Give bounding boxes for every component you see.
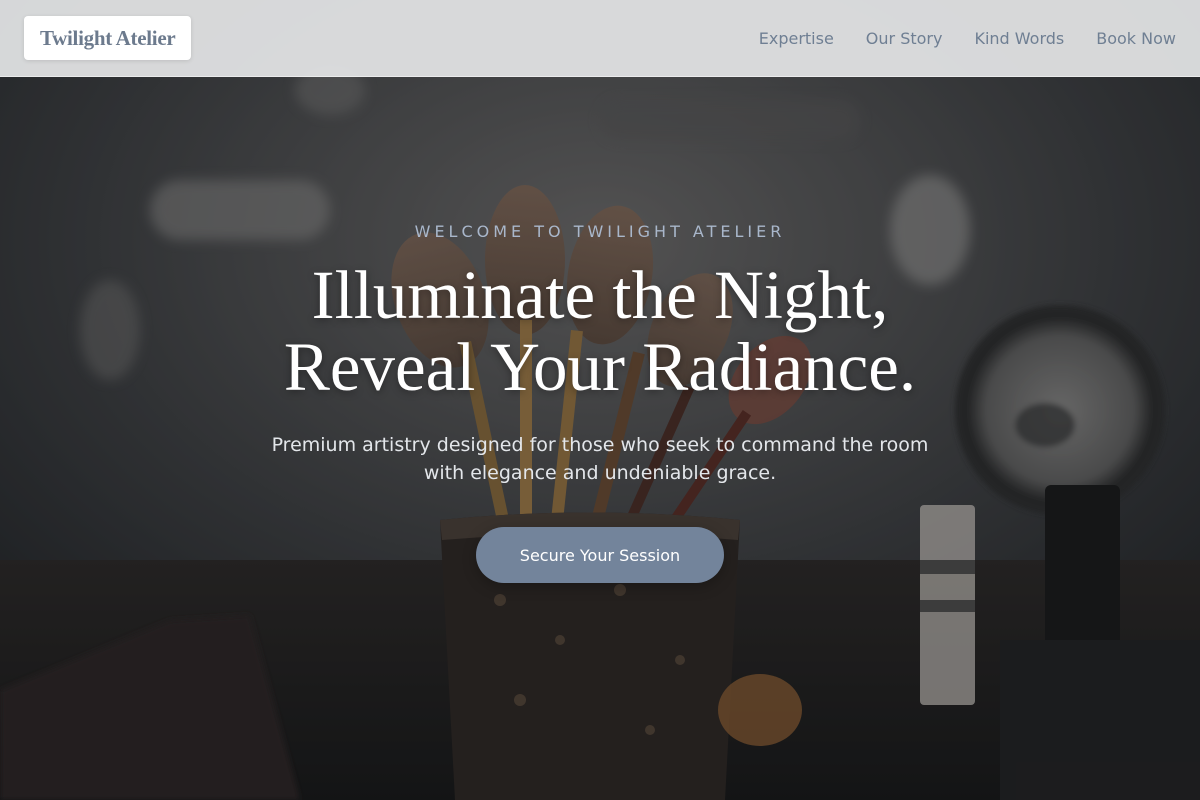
nav-link-expertise[interactable]: Expertise — [759, 29, 834, 48]
secure-session-button[interactable]: Secure Your Session — [476, 527, 724, 583]
hero-section: WELCOME TO TWILIGHT ATELIER Illuminate t… — [0, 0, 1200, 800]
hero-headline: Illuminate the Night, Reveal Your Radian… — [284, 259, 916, 403]
hero-eyebrow: WELCOME TO TWILIGHT ATELIER — [414, 222, 786, 241]
hero-headline-line2: Reveal Your Radiance. — [283, 329, 917, 405]
brand-logo[interactable]: Twilight Atelier — [24, 16, 192, 60]
hero-subtext: Premium artistry designed for those who … — [271, 434, 929, 484]
nav-links: Expertise Our Story Kind Words Book Now — [759, 29, 1176, 48]
nav-link-kind-words[interactable]: Kind Words — [974, 29, 1064, 48]
hero-headline-line1: Illuminate the Night, — [311, 257, 889, 333]
top-navbar: Twilight Atelier Expertise Our Story Kin… — [0, 0, 1200, 77]
nav-link-our-story[interactable]: Our Story — [866, 29, 943, 48]
nav-link-book-now[interactable]: Book Now — [1096, 29, 1176, 48]
